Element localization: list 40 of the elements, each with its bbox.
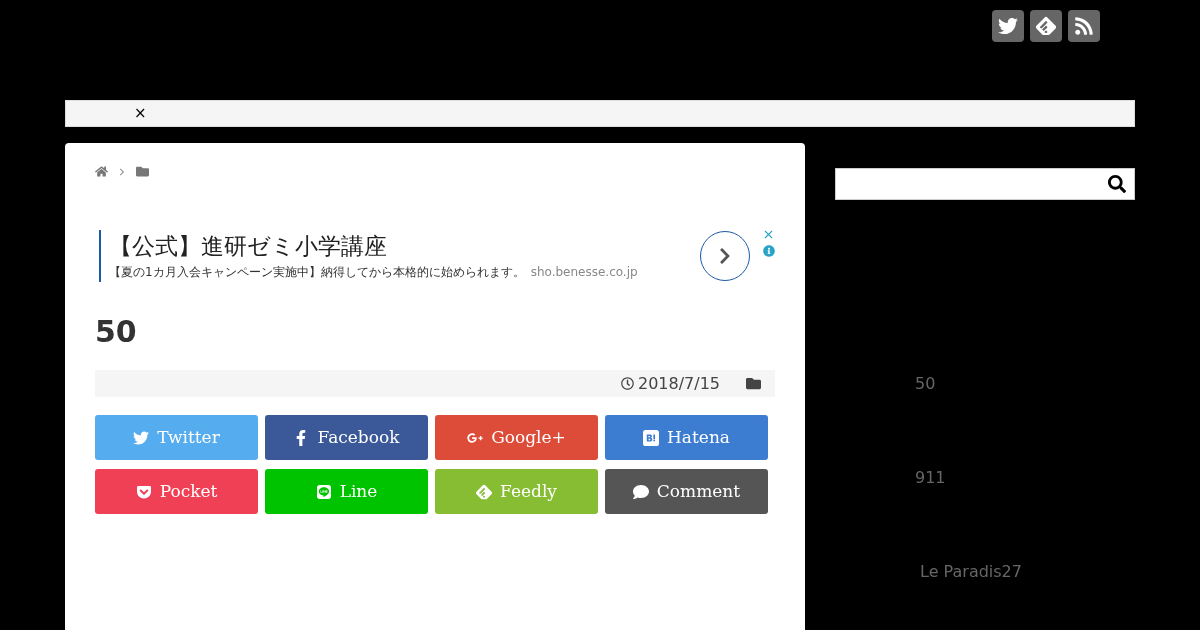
social-link[interactable]	[992, 10, 1024, 42]
article-title: 50	[95, 314, 138, 350]
bird-icon	[998, 16, 1018, 36]
sidebar-link[interactable]: 911	[915, 466, 1135, 490]
feedly-icon	[1036, 16, 1056, 36]
share-button[interactable]: Hatena	[605, 415, 768, 460]
search-field[interactable]	[835, 168, 1135, 200]
feedly-icon	[476, 483, 493, 500]
folder-icon	[746, 376, 761, 391]
pocket-icon	[135, 483, 152, 500]
bird-icon	[133, 429, 150, 446]
share-button[interactable]: Facebook	[265, 415, 428, 460]
chevron-icon	[118, 167, 126, 176]
social-link[interactable]	[1030, 10, 1062, 42]
share-button[interactable]: Google+	[435, 415, 598, 460]
share-button[interactable]: Feedly	[435, 469, 598, 514]
post-date: 2018/7/15	[637, 372, 720, 395]
share-button[interactable]: Line	[265, 469, 428, 514]
share-button[interactable]: Pocket	[95, 469, 258, 514]
speech-bubble-icon	[632, 483, 649, 500]
share-button[interactable]: Comment	[605, 469, 768, 514]
line-icon	[315, 483, 332, 500]
ad-domain: sho.benesse.co.jp	[530, 264, 638, 281]
folder-icon[interactable]	[136, 165, 149, 178]
close-icon[interactable]	[762, 228, 775, 241]
close-button[interactable]: ×	[134, 106, 147, 121]
ad-next-button[interactable]	[700, 231, 750, 281]
sidebar-link[interactable]: Le Paradis27	[915, 560, 1135, 584]
clock-icon	[620, 377, 634, 390]
rss-icon	[1074, 16, 1094, 36]
home-icon[interactable]	[95, 165, 108, 178]
social-link[interactable]	[1068, 10, 1100, 42]
ad-description: 【夏の1カ月入会キャンペーン実施中】納得してから本格的に始められます。	[109, 264, 525, 281]
share-button[interactable]: Twitter	[95, 415, 258, 460]
info-icon[interactable]	[762, 245, 775, 257]
ad-title[interactable]: 【公式】進研ゼミ小学講座	[109, 231, 688, 261]
hatena-icon	[643, 429, 660, 446]
ad-accent-bar	[99, 230, 101, 282]
sidebar-link[interactable]: 50	[915, 372, 1135, 396]
search-icon[interactable]	[1108, 175, 1126, 193]
